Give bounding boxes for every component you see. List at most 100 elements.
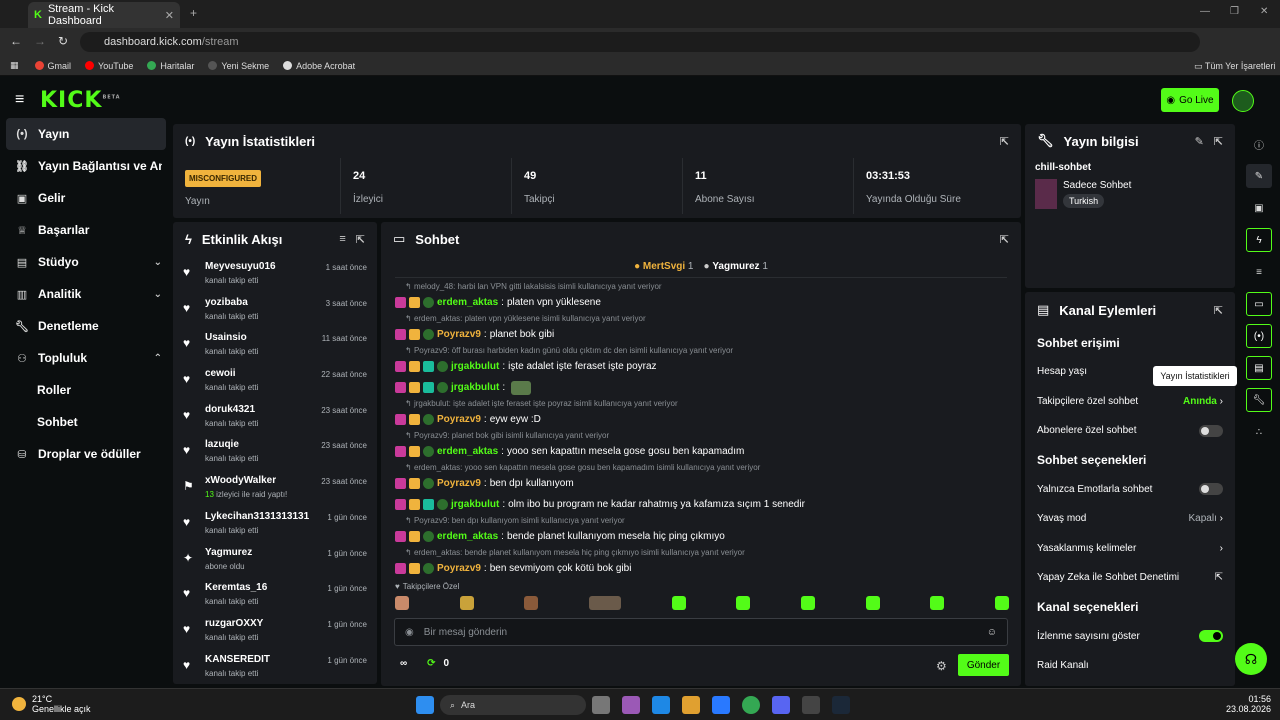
chat-username[interactable]: Poyrazv9 <box>437 329 481 340</box>
chat-input[interactable]: ◉ Bir mesaj gönderin ☺ <box>394 618 1008 646</box>
viewer-count-toggle[interactable] <box>1199 630 1223 643</box>
bookmark-youtube[interactable]: YouTube <box>85 61 133 71</box>
discord-icon[interactable] <box>772 696 790 714</box>
emote-only-row[interactable]: Yalnızca Emotlarla sohbet <box>1025 475 1235 505</box>
popout-icon[interactable]: ⇱ <box>1000 233 1009 246</box>
emote-icon[interactable] <box>930 596 945 610</box>
address-bar[interactable]: dashboard.kick.com/stream <box>80 32 1200 52</box>
emote-icon[interactable] <box>395 596 409 610</box>
avatar[interactable] <box>1232 90 1254 112</box>
chat-message[interactable]: ↰ jrgakbulut: işte adalet işte feraset i… <box>381 398 1021 430</box>
chrome-icon[interactable] <box>742 696 760 714</box>
popout-icon[interactable]: ⇱ <box>1214 304 1223 317</box>
weather-widget[interactable]: 21°C Genellikle açık <box>12 694 91 714</box>
broadcast-icon[interactable]: (•) <box>1246 324 1272 348</box>
filter-icon[interactable]: ≡ <box>339 233 345 245</box>
event-item[interactable]: ✦ Yagmurez abone oldu 1 gün önce <box>173 542 377 578</box>
kick-logo[interactable]: KICKBETA <box>40 88 121 113</box>
event-item[interactable]: ⚑ xWoodyWalker 13 izleyici ile raid yaptı!… <box>173 470 377 506</box>
edit-icon[interactable]: ✎ <box>1195 135 1204 148</box>
sidebar-item-chat[interactable]: Sohbet <box>0 406 172 438</box>
infinity-icon[interactable]: ∞ <box>400 658 407 669</box>
emote-icon[interactable] <box>524 596 539 610</box>
banned-words-row[interactable]: Yasaklanmış kelimeler › <box>1025 534 1235 564</box>
chat-message[interactable]: jrgakbulut: <box>381 377 1021 398</box>
slow-mode-row[interactable]: Yavaş mod Kapalı › <box>1025 504 1235 534</box>
sidebar-item-stream-key[interactable]: ⛓Yayın Bağlantısı ve Anahtarı <box>0 150 172 182</box>
chat-username[interactable]: jrgakbulut <box>451 499 499 510</box>
chat-username[interactable]: Poyrazv9 <box>437 478 481 489</box>
emote-icon[interactable] <box>865 596 880 610</box>
back-icon[interactable]: ← <box>10 34 22 48</box>
clock[interactable]: 01:56 23.08.2026 <box>1226 694 1271 714</box>
sidebar-item-analytics[interactable]: ▥ Analitik ⌄ <box>0 278 172 310</box>
edit-icon[interactable]: ✎ <box>1246 164 1272 188</box>
tab-close-icon[interactable]: ✕ <box>165 9 174 22</box>
chat-username[interactable]: jrgakbulut <box>451 382 499 393</box>
chat-message[interactable]: ↰ Poyrazv9: ben dpı kullanıyom isimli ku… <box>381 515 1021 547</box>
taskview-icon[interactable] <box>592 696 610 714</box>
sidebar-item-community[interactable]: ⚇ Topluluk ⌃ <box>0 342 172 374</box>
send-button[interactable]: Gönder <box>958 654 1009 676</box>
emote-icon[interactable] <box>736 596 751 610</box>
event-item[interactable]: ♥ Meyvesuyu016 kanalı takip etti 1 saat önc… <box>173 256 377 292</box>
all-bookmarks[interactable]: ▭ Tüm Yer İşaretleri <box>1194 61 1275 72</box>
wrench-icon[interactable]: 🔧︎ <box>1246 388 1272 412</box>
widgets-icon[interactable] <box>622 696 640 714</box>
emote-icon[interactable] <box>671 596 686 610</box>
event-item[interactable]: ♥ Keremtas_16 kanalı takip etti 1 gün önce <box>173 577 377 613</box>
event-item[interactable]: ♥ KANSEREDIT kanalı takip etti 1 gün önce <box>173 649 377 684</box>
popout-icon[interactable]: ⇱ <box>356 233 365 246</box>
event-item[interactable]: ♥ Usainsio kanalı takip etti 11 saat önce <box>173 327 377 363</box>
event-item[interactable]: ♥ cewoii kanalı takip etti 22 saat önce <box>173 363 377 399</box>
bookmark-acrobat[interactable]: Adobe Acrobat <box>283 61 355 71</box>
event-item[interactable]: ♥ yozibaba kanalı takip etti 3 saat önce <box>173 292 377 328</box>
chat-username[interactable]: Poyrazv9 <box>437 414 481 425</box>
emote-icon[interactable] <box>994 596 1009 610</box>
bolt-icon[interactable]: ϟ <box>1246 228 1272 252</box>
chat-message[interactable]: jrgakbulut: olm ibo bu program ne kadar … <box>381 494 1021 515</box>
bookmark-new-tab[interactable]: Yeni Sekme <box>208 61 269 71</box>
edge-icon[interactable] <box>652 696 670 714</box>
popout-icon[interactable]: ⇱ <box>1214 135 1223 148</box>
emoji-icon[interactable]: ☺ <box>987 627 997 638</box>
obs-icon[interactable] <box>802 696 820 714</box>
settings-gear-icon[interactable]: ⚙ <box>936 659 947 673</box>
ai-moderation-row[interactable]: Yapay Zeka ile Sohbet Denetimi ⇱ <box>1025 563 1235 593</box>
viewer-count-row[interactable]: İzlenme sayısını göster <box>1025 622 1235 652</box>
raid-row[interactable]: Raid Kanalı <box>1025 651 1235 681</box>
popout-icon[interactable]: ⇱ <box>1000 135 1009 148</box>
chat-message[interactable]: ↰ erdem_aktas: bende planet kullanıyom m… <box>381 547 1021 579</box>
list-icon[interactable]: ≡ <box>1246 260 1272 284</box>
chat-message[interactable]: ↰ Poyrazv9: planet bok gibi isimli kulla… <box>381 430 1021 462</box>
minimize-icon[interactable]: — <box>1200 6 1210 17</box>
wallet-icon[interactable]: ▣ <box>1246 196 1272 220</box>
chat-username[interactable]: Poyrazv9 <box>437 563 481 574</box>
sidebar-item-drops[interactable]: ⛁ Droplar ve ödüller <box>0 438 172 470</box>
sidebar-item-revenue[interactable]: ▣ Gelir <box>0 182 172 214</box>
event-item[interactable]: ♥ lazuqie kanalı takip etti 23 saat önce <box>173 434 377 470</box>
chat-username[interactable]: erdem_aktas <box>437 446 498 457</box>
chat-username[interactable]: jrgakbulut <box>451 361 499 372</box>
chat-icon[interactable]: ▭ <box>1246 292 1272 316</box>
share-icon[interactable]: ∴ <box>1246 420 1272 444</box>
reload-icon[interactable]: ↻ <box>58 34 68 48</box>
subs-only-toggle[interactable] <box>1199 424 1223 437</box>
maximize-icon[interactable]: ❐ <box>1230 6 1239 17</box>
chat-message[interactable]: ↰ Poyrazv9: öff burası harbiden kadın gü… <box>381 345 1021 377</box>
emote-icon[interactable] <box>459 596 474 610</box>
sidebar-item-stream[interactable]: (•) Yayın <box>6 118 166 150</box>
info-icon[interactable]: ⓘ <box>1246 132 1272 156</box>
support-icon[interactable]: ☊ <box>1235 643 1267 675</box>
event-item[interactable]: ♥ ruzgarOXXY kanalı takip etti 1 gün önce <box>173 613 377 649</box>
actions-icon[interactable]: ▤ <box>1246 356 1272 380</box>
chat-username[interactable]: erdem_aktas <box>437 297 498 308</box>
chat-message[interactable]: ↰ melody_48: harbi lan VPN gitti lakalsi… <box>381 281 1021 313</box>
followers-only-row[interactable]: Takipçilere özel sohbet Anında › <box>1025 387 1235 417</box>
sidebar-item-roles[interactable]: Roller <box>0 374 172 406</box>
emote-icon[interactable] <box>800 596 815 610</box>
menu-icon[interactable]: ≡ <box>15 91 24 109</box>
event-item[interactable]: ♥ Lykecihan3131313131 kanalı takip etti 1 g… <box>173 506 377 542</box>
new-tab-icon[interactable]: + <box>190 6 197 20</box>
explorer-icon[interactable] <box>682 696 700 714</box>
